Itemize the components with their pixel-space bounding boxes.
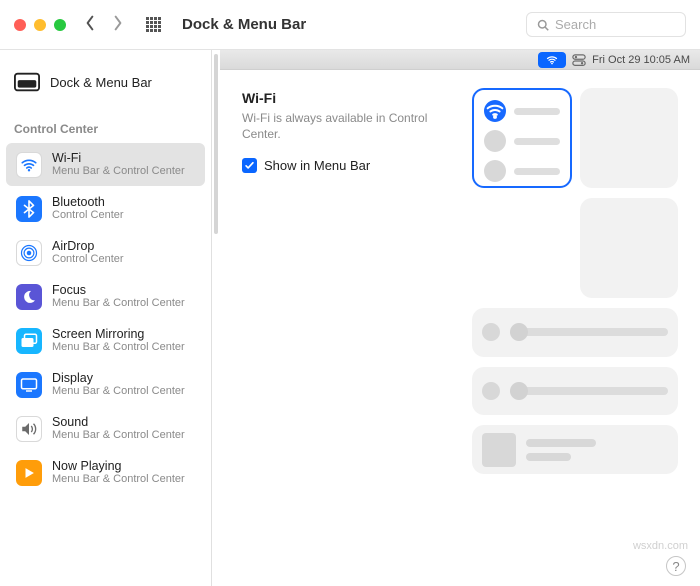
sidebar-item-display[interactable]: Display Menu Bar & Control Center — [6, 363, 205, 406]
sidebar-item-label: Sound — [52, 415, 185, 429]
minimize-window-button[interactable] — [34, 19, 46, 31]
wifi-icon — [16, 152, 42, 178]
sidebar-item-label: Focus — [52, 283, 185, 297]
sidebar-item-label: Display — [52, 371, 185, 385]
sidebar-item-sound[interactable]: Sound Menu Bar & Control Center — [6, 407, 205, 450]
close-window-button[interactable] — [14, 19, 26, 31]
window-traffic-lights — [14, 19, 66, 31]
show-in-menu-bar-label: Show in Menu Bar — [264, 158, 370, 173]
sidebar-item-label: Dock & Menu Bar — [50, 75, 152, 90]
dock-icon — [14, 72, 40, 92]
nav-history — [84, 15, 130, 34]
sidebar-section-heading: Control Center — [0, 104, 211, 142]
menu-bar-clock: Fri Oct 29 10:05 AM — [592, 54, 690, 66]
control-center-icon — [572, 54, 586, 66]
cc-preview-tile — [580, 198, 678, 298]
sidebar-item-label: Screen Mirroring — [52, 327, 185, 341]
sidebar-item-label: Now Playing — [52, 459, 185, 473]
sidebar-item-sublabel: Control Center — [52, 209, 124, 222]
sidebar: Dock & Menu Bar Control Center Wi-Fi Men… — [0, 50, 212, 586]
zoom-window-button[interactable] — [54, 19, 66, 31]
sidebar-item-screen-mirroring[interactable]: Screen Mirroring Menu Bar & Control Cent… — [6, 319, 205, 362]
sidebar-item-sublabel: Menu Bar & Control Center — [52, 165, 185, 178]
back-button[interactable] — [84, 15, 102, 34]
cc-preview-now-playing — [472, 425, 678, 474]
cc-preview-tile — [580, 88, 678, 188]
wifi-icon — [484, 100, 506, 122]
search-field[interactable]: Search — [526, 12, 686, 37]
airdrop-icon — [16, 240, 42, 266]
sidebar-item-sublabel: Menu Bar & Control Center — [52, 297, 185, 310]
show-in-menu-bar-checkbox[interactable] — [242, 158, 257, 173]
cc-preview-slider — [472, 367, 678, 416]
cc-preview-quad — [472, 88, 572, 188]
sidebar-item-label: AirDrop — [52, 239, 124, 253]
sidebar-item-sublabel: Control Center — [52, 253, 124, 266]
show-all-prefs-button[interactable] — [146, 17, 162, 33]
sidebar-item-bluetooth[interactable]: Bluetooth Control Center — [6, 187, 205, 230]
sidebar-item-now-playing[interactable]: Now Playing Menu Bar & Control Center — [6, 451, 205, 494]
sidebar-item-label: Bluetooth — [52, 195, 124, 209]
content-pane: Fri Oct 29 10:05 AM Wi-Fi Wi-Fi is alway… — [220, 50, 700, 586]
display-icon — [16, 372, 42, 398]
control-center-preview — [472, 88, 678, 474]
window-title: Dock & Menu Bar — [182, 16, 306, 33]
sidebar-item-wifi[interactable]: Wi-Fi Menu Bar & Control Center — [6, 143, 205, 186]
sound-icon — [16, 416, 42, 442]
sidebar-item-focus[interactable]: Focus Menu Bar & Control Center — [6, 275, 205, 318]
menu-bar-wifi-indicator — [538, 52, 566, 68]
sidebar-item-sublabel: Menu Bar & Control Center — [52, 473, 185, 486]
bluetooth-icon — [16, 196, 42, 222]
sidebar-item-sublabel: Menu Bar & Control Center — [52, 385, 185, 398]
now-playing-icon — [16, 460, 42, 486]
sidebar-item-sublabel: Menu Bar & Control Center — [52, 429, 185, 442]
focus-icon — [16, 284, 42, 310]
window-titlebar: Dock & Menu Bar Search — [0, 0, 700, 50]
sidebar-item-sublabel: Menu Bar & Control Center — [52, 341, 185, 354]
search-icon — [537, 19, 549, 31]
sidebar-item-label: Wi-Fi — [52, 151, 185, 165]
help-button[interactable]: ? — [666, 556, 686, 576]
detail-description: Wi-Fi is always available in Control Cen… — [242, 110, 452, 142]
screen-mirroring-icon — [16, 328, 42, 354]
sidebar-item-dock-menu-bar[interactable]: Dock & Menu Bar — [0, 66, 211, 104]
detail-title: Wi-Fi — [242, 90, 452, 106]
sidebar-scrollbar[interactable] — [212, 50, 220, 586]
sidebar-item-airdrop[interactable]: AirDrop Control Center — [6, 231, 205, 274]
search-placeholder: Search — [555, 17, 596, 32]
cc-preview-slider — [472, 308, 678, 357]
show-in-menu-bar-row[interactable]: Show in Menu Bar — [242, 158, 452, 173]
menu-bar-preview: Fri Oct 29 10:05 AM — [220, 50, 700, 70]
forward-button[interactable] — [112, 15, 130, 34]
watermark: wsxdn.com — [633, 540, 688, 552]
